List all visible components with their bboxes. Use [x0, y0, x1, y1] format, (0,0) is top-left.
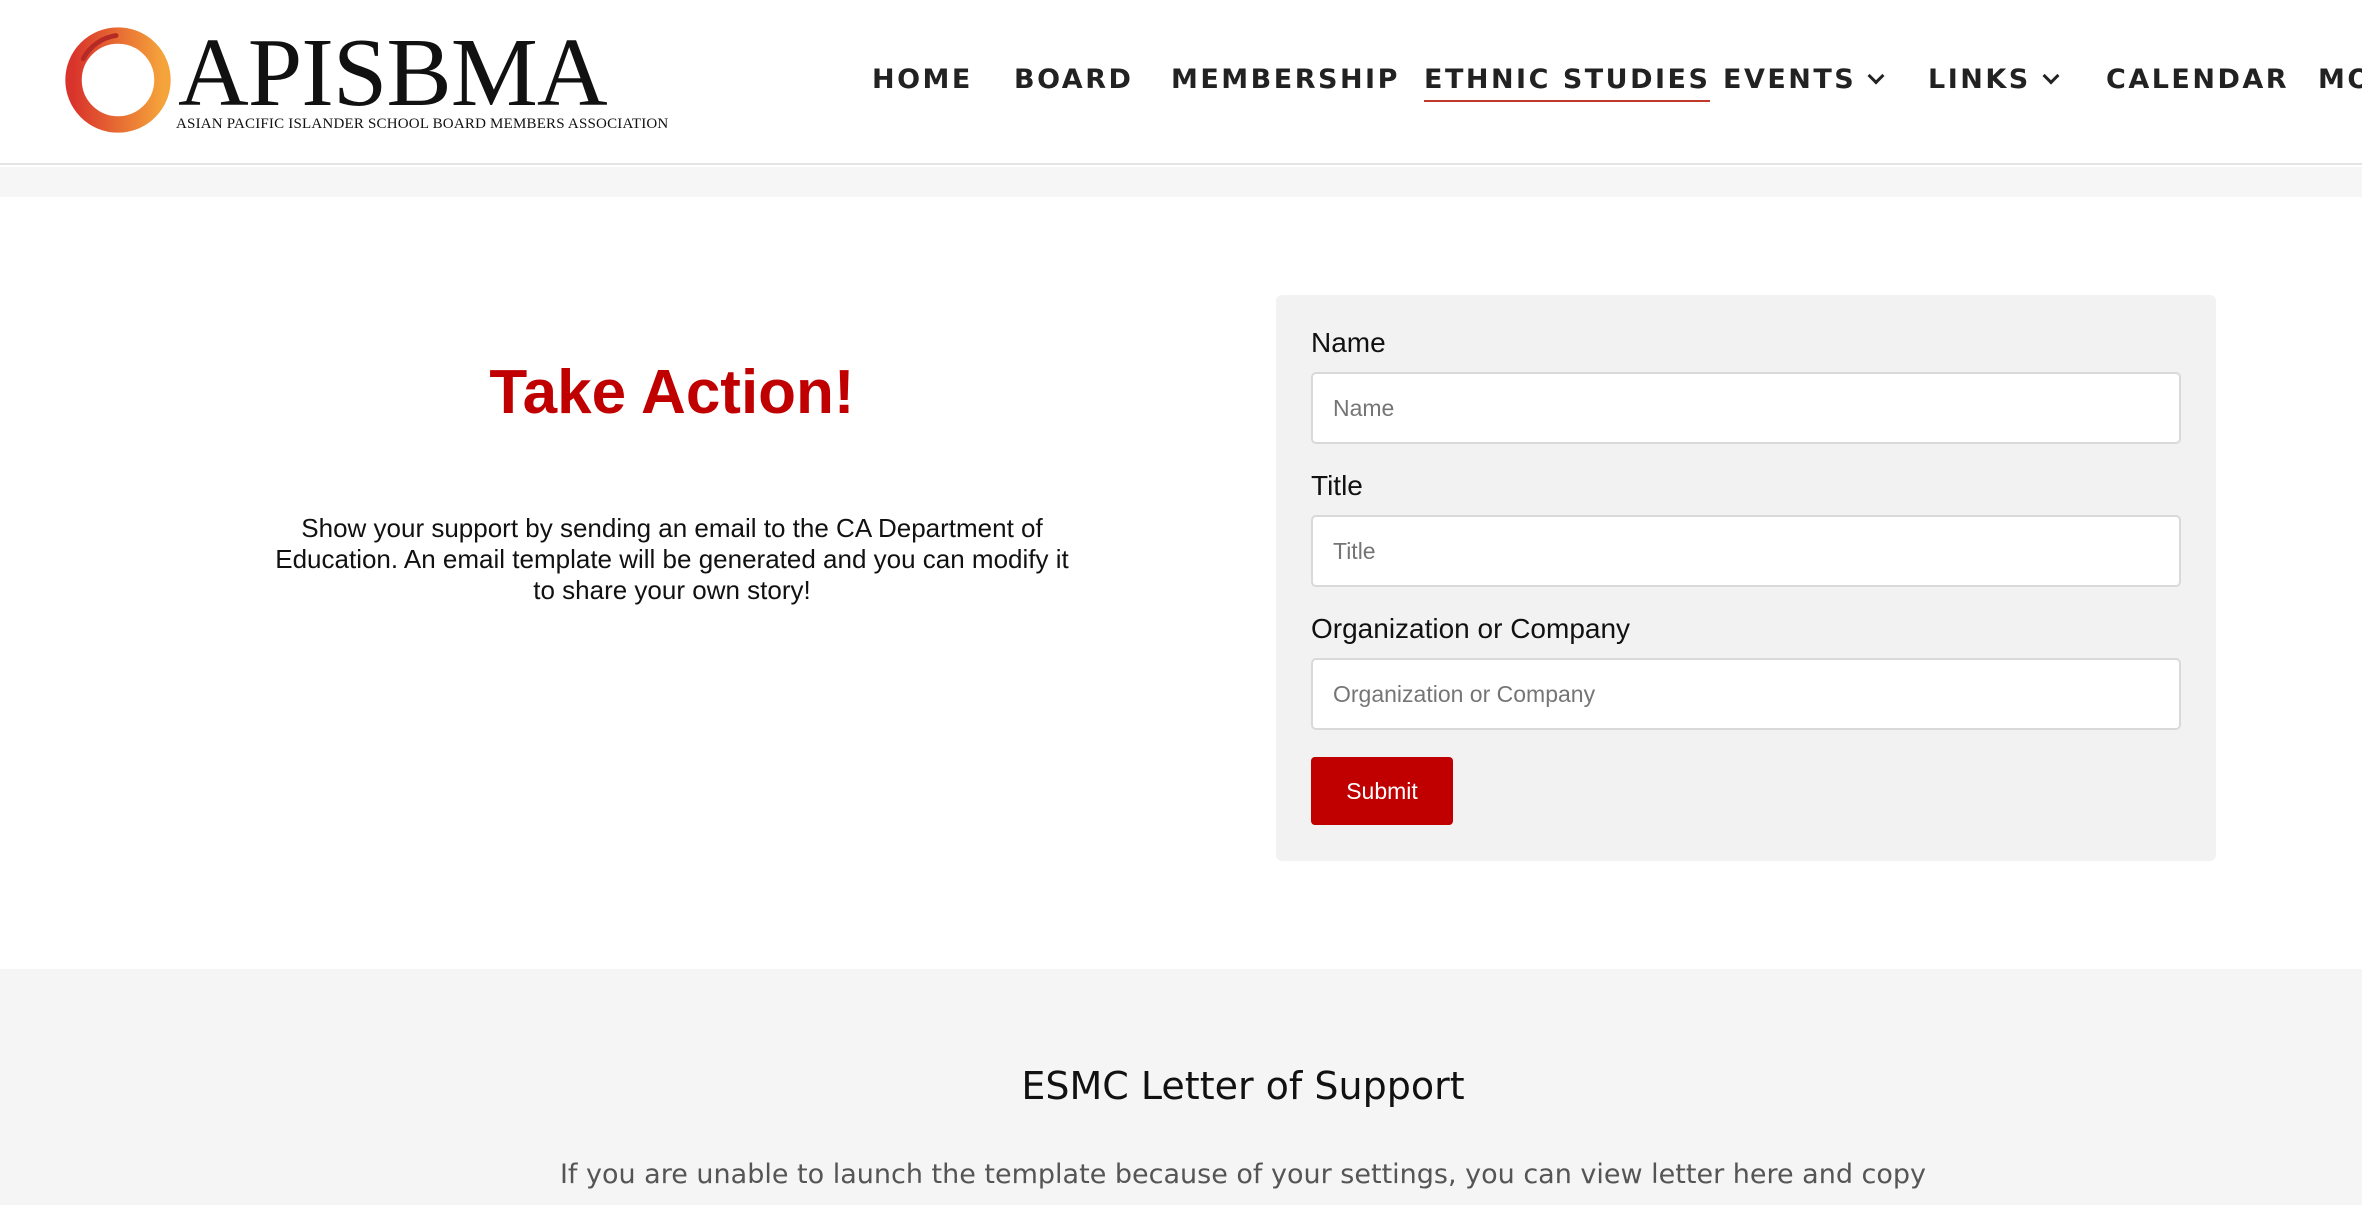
organization-label: Organization or Company: [1311, 613, 1631, 644]
chevron-down-icon: [1867, 67, 1885, 85]
nav-item-links[interactable]: LINKS: [1928, 58, 2060, 102]
take-action-description: Show your support by sending an email to…: [275, 513, 1069, 605]
nav-item-label: MO: [2318, 64, 2362, 95]
nav-item-label: MEMBERSHIP: [1171, 64, 1400, 95]
nav-item-home[interactable]: HOME: [872, 58, 973, 102]
letter-of-support-section: ESMC Letter of Support If you are unable…: [0, 969, 2362, 1205]
email-form: Name Title Organization or Company Submi…: [1276, 295, 2216, 861]
take-action-section: Take Action! Show your support by sendin…: [0, 197, 2362, 969]
nav-item-calendar[interactable]: CALENDAR: [2106, 58, 2289, 102]
nav-item-membership[interactable]: MEMBERSHIP: [1171, 58, 1400, 102]
site-header: APISBMA ASIAN PACIFIC ISLANDER SCHOOL BO…: [0, 0, 2362, 165]
logo-tagline: ASIAN PACIFIC ISLANDER SCHOOL BOARD MEMB…: [176, 116, 669, 132]
nav-item-label: HOME: [872, 64, 973, 95]
nav-item-label: CALENDAR: [2106, 64, 2290, 95]
nav-item-label: BOARD: [1014, 64, 1134, 95]
name-input[interactable]: [1311, 372, 2181, 444]
nav-item-ethnic-studies[interactable]: ETHNIC STUDIES: [1424, 58, 1711, 102]
nav-item-label: LINKS: [1928, 64, 2031, 95]
header-divider-strip: [0, 167, 2362, 197]
chevron-down-icon: [2042, 67, 2060, 85]
letter-title: ESMC Letter of Support: [1021, 1064, 1465, 1108]
nav-item-label: EVENTS: [1723, 64, 1857, 95]
nav-item-events[interactable]: EVENTS: [1723, 58, 1885, 102]
title-label: Title: [1311, 470, 1363, 501]
nav-item-label: ETHNIC STUDIES: [1424, 64, 1711, 95]
nav-item-more[interactable]: MO: [2318, 58, 2362, 102]
title-input[interactable]: [1311, 515, 2181, 587]
take-action-heading: Take Action!: [489, 358, 855, 427]
name-label: Name: [1311, 327, 1386, 358]
submit-button[interactable]: Submit: [1311, 757, 1453, 825]
nav-item-board[interactable]: BOARD: [1014, 58, 1133, 102]
letter-body-text: If you are unable to launch the template…: [559, 1159, 1927, 1190]
organization-input[interactable]: [1311, 658, 2181, 730]
main-nav: HOME BOARD MEMBERSHIP ETHNIC STUDIES EVE…: [0, 58, 2362, 102]
